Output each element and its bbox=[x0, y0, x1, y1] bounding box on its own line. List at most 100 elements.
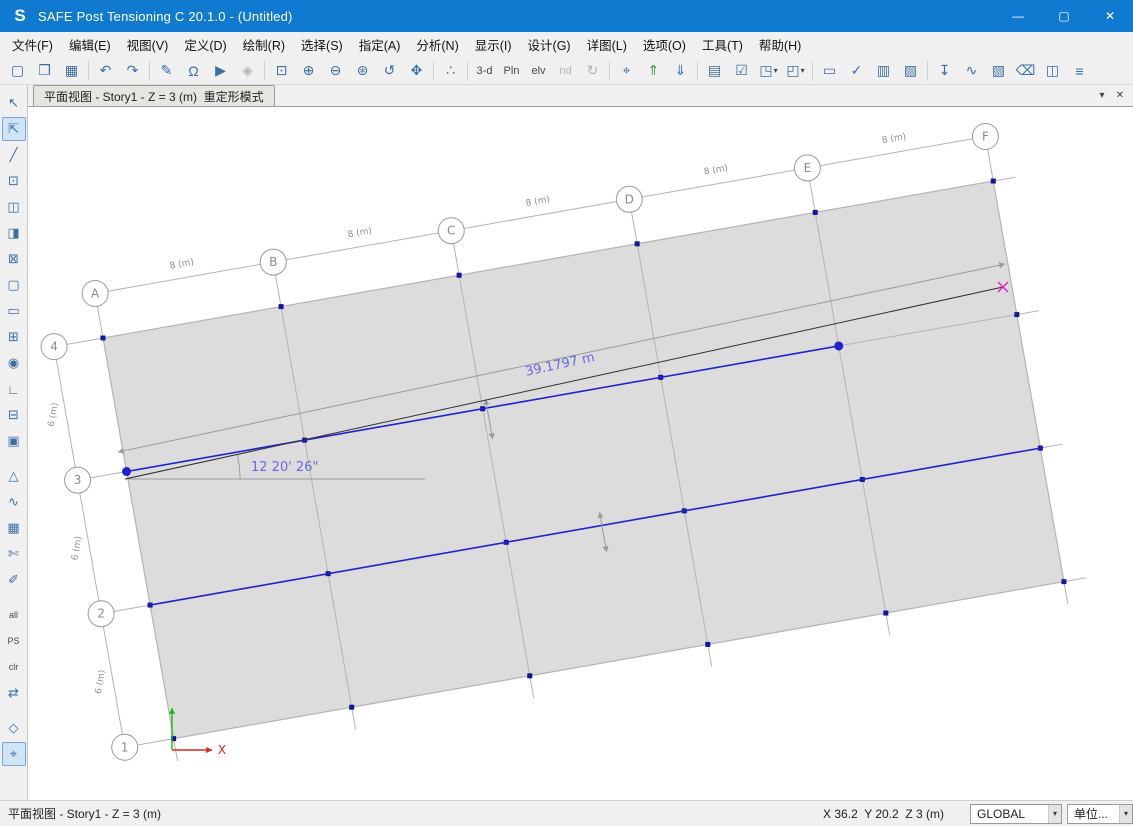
menu-edit[interactable]: 编辑(E) bbox=[61, 32, 119, 57]
redo-icon[interactable]: ↷ bbox=[120, 59, 145, 83]
tab-plan-view[interactable]: 平面视图 - Story1 - Z = 3 (m) 重定形模式 bbox=[33, 85, 275, 106]
draw-design-strip-icon[interactable]: ▦ bbox=[2, 516, 26, 540]
point-object[interactable] bbox=[883, 611, 888, 616]
menu-view[interactable]: 视图(V) bbox=[119, 32, 177, 57]
slab-object[interactable] bbox=[103, 181, 1064, 739]
menu-select[interactable]: 选择(S) bbox=[293, 32, 351, 57]
quick-draw-wall-icon[interactable]: ⊟ bbox=[2, 403, 26, 427]
zoom-in-icon[interactable]: ⊕ bbox=[296, 59, 321, 83]
plan-view-svg[interactable]: 8 (m)8 (m)8 (m)8 (m)8 (m)6 (m)6 (m)6 (m)… bbox=[28, 107, 1132, 800]
reshape-object-icon[interactable]: ⇱ bbox=[2, 117, 26, 141]
divide-icon[interactable]: ◫ bbox=[1040, 59, 1065, 83]
search-views-icon[interactable]: ⌖ bbox=[614, 59, 639, 83]
story-down-icon[interactable]: ⇓ bbox=[668, 59, 693, 83]
draw-slab-icon[interactable]: ▢ bbox=[2, 273, 26, 297]
zoom-previous-icon[interactable]: ↺ bbox=[377, 59, 402, 83]
draw-tendon-icon[interactable]: ∿ bbox=[2, 490, 26, 514]
point-object[interactable] bbox=[705, 642, 710, 647]
show-strips-icon[interactable]: ▨ bbox=[898, 59, 923, 83]
zoom-out-icon[interactable]: ⊖ bbox=[323, 59, 348, 83]
pan-icon[interactable]: ✥ bbox=[404, 59, 429, 83]
undo-icon[interactable]: ↶ bbox=[93, 59, 118, 83]
draw-circle-slab-icon[interactable]: ◉ bbox=[2, 351, 26, 375]
view-elevation-button[interactable]: elv bbox=[526, 59, 551, 83]
show-selection-only-icon[interactable]: ☑ bbox=[729, 59, 754, 83]
view-named-button[interactable]: nd bbox=[553, 59, 578, 83]
show-deformed-icon[interactable]: ◈ bbox=[235, 59, 260, 83]
point-object[interactable] bbox=[1061, 579, 1066, 584]
view-plan-button[interactable]: Pln bbox=[499, 59, 524, 83]
run-analysis-icon[interactable]: ▶ bbox=[208, 59, 233, 83]
menu-design[interactable]: 设计(G) bbox=[520, 32, 579, 57]
point-object[interactable] bbox=[457, 273, 462, 278]
invert-selection-icon[interactable]: ⇄ bbox=[2, 681, 26, 705]
point-object[interactable] bbox=[349, 705, 354, 710]
assign-tendon-icon[interactable]: ∿ bbox=[959, 59, 984, 83]
snap-points-icon[interactable]: ∴ bbox=[438, 59, 463, 83]
menu-tools[interactable]: 工具(T) bbox=[694, 32, 751, 57]
assign-area-icon[interactable]: ▧ bbox=[986, 59, 1011, 83]
delete-icon[interactable]: ⌫ bbox=[1013, 59, 1038, 83]
point-object[interactable] bbox=[279, 304, 284, 309]
point-object[interactable] bbox=[991, 179, 996, 184]
lock-model-icon[interactable]: Ω bbox=[181, 59, 206, 83]
draw-rect-slab-icon[interactable]: ▭ bbox=[2, 299, 26, 323]
tab-list-dropdown-icon[interactable]: ▾ bbox=[1093, 87, 1111, 105]
draw-mode-dropdown[interactable]: ◰▾ bbox=[783, 59, 808, 83]
select-all-button[interactable]: all bbox=[2, 603, 26, 627]
model-canvas[interactable]: 8 (m)8 (m)8 (m)8 (m)8 (m)6 (m)6 (m)6 (m)… bbox=[28, 107, 1133, 800]
extend-object-icon[interactable]: ✐ bbox=[2, 568, 26, 592]
object-view-dropdown[interactable]: ◳▾ bbox=[756, 59, 781, 83]
view-3d-button[interactable]: 3-d bbox=[472, 59, 497, 83]
draw-special-point-icon[interactable]: ⊡ bbox=[2, 169, 26, 193]
point-object[interactable] bbox=[813, 210, 818, 215]
draw-support-icon[interactable]: △ bbox=[2, 464, 26, 488]
tendon-grid-3-start-dot[interactable] bbox=[122, 467, 131, 476]
rotate-view-icon[interactable]: ↻ bbox=[580, 59, 605, 83]
open-model-icon[interactable]: ❒ bbox=[32, 59, 57, 83]
point-object[interactable] bbox=[1014, 312, 1019, 317]
point-object[interactable] bbox=[635, 241, 640, 246]
draw-brace-icon[interactable]: ⊠ bbox=[2, 247, 26, 271]
menu-draw[interactable]: 绘制(R) bbox=[235, 32, 293, 57]
menu-display[interactable]: 显示(I) bbox=[467, 32, 520, 57]
quick-draw-column-icon[interactable]: ◨ bbox=[2, 221, 26, 245]
clear-selection-button[interactable]: clr bbox=[2, 655, 26, 679]
menu-define[interactable]: 定义(D) bbox=[176, 32, 234, 57]
menu-file[interactable]: 文件(F) bbox=[4, 32, 61, 57]
select-pointer-icon[interactable]: ↖ bbox=[2, 91, 26, 115]
draw-line-icon[interactable]: ╱ bbox=[2, 143, 26, 167]
close-button[interactable]: ✕ bbox=[1087, 0, 1133, 32]
save-model-icon[interactable]: ▦ bbox=[59, 59, 84, 83]
draw-rect-icon[interactable]: ▭ bbox=[817, 59, 842, 83]
design-strip-icon[interactable]: ▥ bbox=[871, 59, 896, 83]
menu-help[interactable]: 帮助(H) bbox=[751, 32, 809, 57]
quick-draw-slab-icon[interactable]: ⊞ bbox=[2, 325, 26, 349]
new-model-icon[interactable]: ▢ bbox=[5, 59, 30, 83]
display-options-icon[interactable]: ▤ bbox=[702, 59, 727, 83]
menu-analyze[interactable]: 分析(N) bbox=[408, 32, 466, 57]
menu-detailing[interactable]: 详图(L) bbox=[579, 32, 635, 57]
tendon-grid-3-end-dot[interactable] bbox=[834, 341, 843, 350]
insertion-point-icon[interactable]: ↧ bbox=[932, 59, 957, 83]
edit-pen-icon[interactable]: ✎ bbox=[154, 59, 179, 83]
snap-settings-icon[interactable]: ✓ bbox=[844, 59, 869, 83]
rubber-band-zoom-icon[interactable]: ⊡ bbox=[269, 59, 294, 83]
snap-toggle-icon[interactable]: ⌖ bbox=[2, 742, 26, 766]
menu-assign[interactable]: 指定(A) bbox=[351, 32, 409, 57]
coordinate-system-select[interactable]: GLOBAL ▾ bbox=[970, 804, 1062, 824]
interactive-zoom-icon[interactable]: ◇ bbox=[2, 716, 26, 740]
zoom-full-icon[interactable]: ⊛ bbox=[350, 59, 375, 83]
previous-selection-button[interactable]: PS bbox=[2, 629, 26, 653]
units-select[interactable]: 单位... ▾ bbox=[1067, 804, 1133, 824]
story-up-icon[interactable]: ⇑ bbox=[641, 59, 666, 83]
tab-close-icon[interactable]: ✕ bbox=[1111, 87, 1129, 105]
maximize-button[interactable]: ▢ bbox=[1041, 0, 1087, 32]
trim-object-icon[interactable]: ✄ bbox=[2, 542, 26, 566]
point-object[interactable] bbox=[527, 673, 532, 678]
properties-icon[interactable]: ≡ bbox=[1067, 59, 1092, 83]
menu-options[interactable]: 选项(O) bbox=[635, 32, 694, 57]
draw-column-icon[interactable]: ◫ bbox=[2, 195, 26, 219]
draw-opening-icon[interactable]: ▣ bbox=[2, 429, 26, 453]
point-object[interactable] bbox=[101, 336, 106, 341]
